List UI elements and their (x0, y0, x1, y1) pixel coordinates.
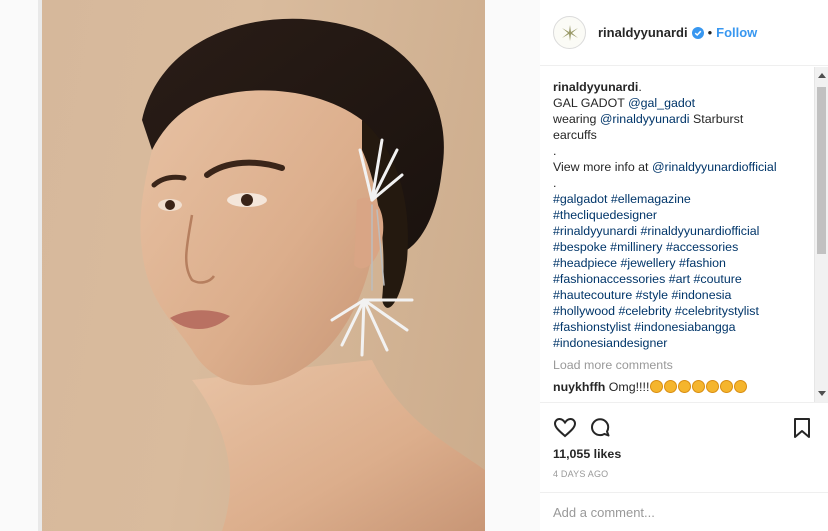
clapping-hands-emoji (664, 380, 678, 393)
caption: rinaldyyunardi. GAL GADOT @gal_gadot wea… (553, 79, 815, 395)
mention-link[interactable]: @rinaldyyunardiofficial (652, 160, 777, 174)
caption-text: Starburst (689, 112, 744, 126)
comments-list[interactable]: rinaldyyunardi. GAL GADOT @gal_gadot wea… (540, 67, 828, 402)
caption-username[interactable]: rinaldyyunardi (553, 80, 638, 94)
caption-header: rinaldyyunardi. (553, 79, 815, 95)
hashtag-line[interactable]: #galgadot #ellemagazine (553, 191, 815, 207)
clapping-hands-emoji (678, 380, 692, 393)
portrait-illustration (140, 18, 485, 531)
post-header: rinaldyyunardi • Follow (540, 0, 828, 66)
add-comment-section (540, 492, 828, 531)
avatar[interactable] (553, 16, 586, 49)
post-details-panel: rinaldyyunardi • Follow rinaldyyunardi. … (540, 0, 828, 531)
likes-count[interactable]: 11,055 likes (553, 447, 621, 461)
follow-button[interactable]: Follow (716, 25, 757, 40)
mention-link[interactable]: @rinaldyyunardi (600, 112, 690, 126)
hashtag-line[interactable]: #rinaldyyunardi #rinaldyyunardiofficial (553, 223, 815, 239)
post-photo[interactable] (42, 0, 485, 531)
hashtag-line[interactable]: #hollywood #celebrity #celebritystylist (553, 303, 815, 319)
caption-title-suffix: . (638, 80, 642, 94)
heart-icon[interactable] (553, 416, 577, 440)
caption-text: wearing (553, 112, 600, 126)
hashtag-line[interactable]: #indonesiandesigner (553, 335, 815, 351)
caption-line-3: earcuffs (553, 128, 597, 142)
clapping-hands-emoji (650, 380, 664, 393)
post-timestamp[interactable]: 4 DAYS AGO (553, 469, 608, 479)
hashtag-line[interactable]: #fashionaccessories #art #couture (553, 271, 815, 287)
add-comment-input[interactable] (553, 501, 808, 523)
caption-line-4: . (553, 144, 557, 158)
caption-text: GAL GADOT (553, 96, 629, 110)
load-more-comments-button[interactable]: Load more comments (553, 357, 815, 373)
scroll-up-arrow-icon[interactable] (818, 73, 826, 78)
photo-column (0, 0, 540, 531)
caption-line-6: . (553, 176, 557, 190)
comment-text: Omg!!!! (608, 380, 650, 394)
separator-dot: • (707, 25, 713, 40)
comment-username[interactable]: nuykhffh (553, 380, 605, 394)
scrollbar-thumb[interactable] (817, 87, 826, 254)
comments-scrollbar[interactable] (814, 67, 828, 402)
clapping-hands-emoji (706, 380, 720, 393)
post-actions: 11,055 likes 4 DAYS AGO (540, 402, 828, 492)
hashtag-line[interactable]: #thecliquedesigner (553, 207, 815, 223)
clapping-hands-emoji (692, 380, 706, 393)
logo-icon (561, 24, 578, 41)
hashtag-line[interactable]: #hautecouture #style #indonesia (553, 287, 815, 303)
verified-badge-icon (691, 26, 704, 39)
caption-line-5: View more info at @rinaldyyunardiofficia… (553, 159, 815, 175)
comment-row: nuykhffh Omg!!!! (553, 379, 815, 395)
scroll-down-arrow-icon[interactable] (818, 391, 826, 396)
comment-emoji-group (649, 380, 748, 394)
mention-link[interactable]: @gal_gadot (628, 96, 695, 110)
caption-text: View more info at (553, 160, 652, 174)
clapping-hands-emoji (720, 380, 734, 393)
hashtag-line[interactable]: #fashionstylist #indonesiabangga (553, 319, 815, 335)
header-username[interactable]: rinaldyyunardi (598, 25, 688, 40)
caption-line-1: GAL GADOT @gal_gadot (553, 95, 815, 111)
bookmark-icon[interactable] (790, 416, 814, 440)
caption-line-2: wearing @rinaldyyunardi Starburst (553, 111, 815, 127)
hashtag-line[interactable]: #headpiece #jewellery #fashion (553, 255, 815, 271)
hashtag-line[interactable]: #bespoke #millinery #accessories (553, 239, 815, 255)
speech-bubble-icon[interactable] (588, 416, 612, 440)
instagram-post-window: rinaldyyunardi • Follow rinaldyyunardi. … (0, 0, 828, 531)
clapping-hands-emoji (734, 380, 748, 393)
